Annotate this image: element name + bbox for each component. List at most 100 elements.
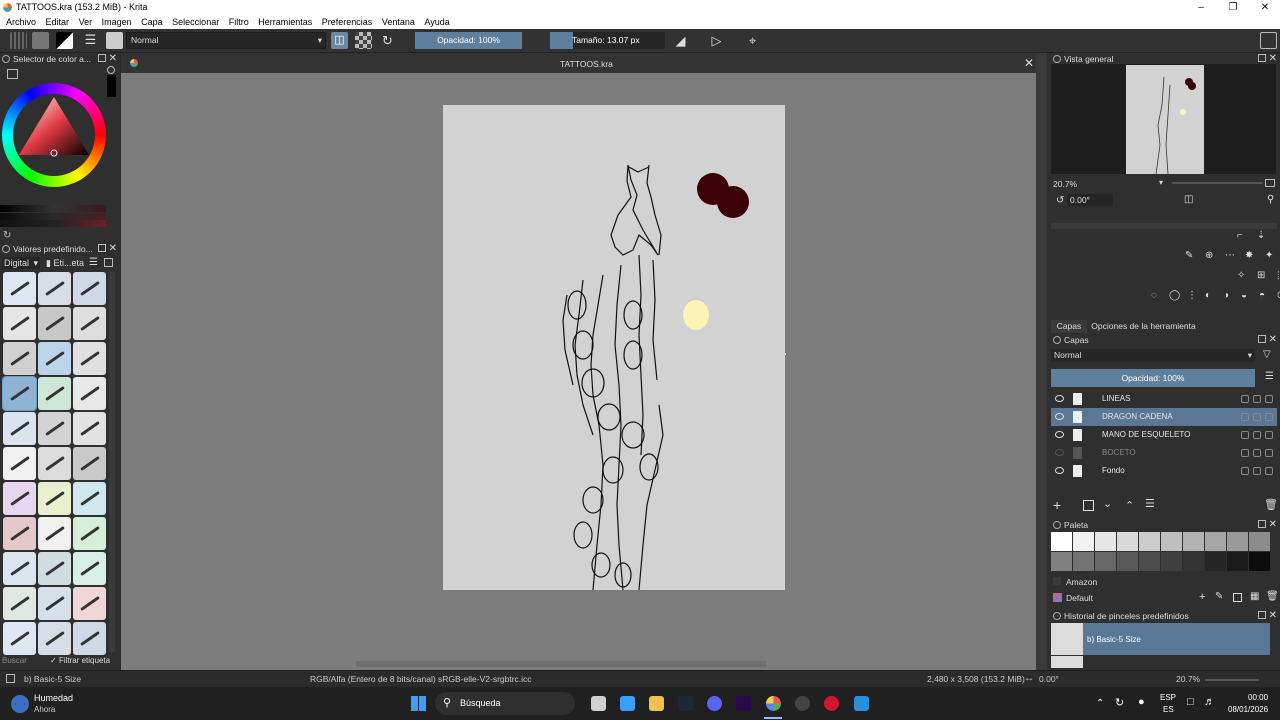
brush-preset-thumb[interactable] [38, 622, 71, 655]
duplicate-layer-icon[interactable] [1083, 500, 1094, 511]
brush-preset-thumb[interactable] [73, 552, 106, 585]
opera-icon[interactable] [824, 696, 839, 711]
discord-icon[interactable] [707, 696, 722, 711]
brush-preset-thumb[interactable] [73, 447, 106, 480]
tool-icon[interactable]: ◒ [1241, 290, 1247, 301]
brush-preset-thumb[interactable] [38, 587, 71, 620]
color-history-bar[interactable] [0, 205, 106, 212]
color-triangle[interactable] [13, 94, 95, 176]
panel-lock-icon[interactable] [1053, 612, 1061, 620]
drawing-canvas[interactable] [443, 105, 785, 591]
color-menu-icon[interactable] [7, 69, 18, 79]
vertical-scrollbar[interactable] [1036, 53, 1047, 670]
tool-icon[interactable]: ✸ [1245, 250, 1253, 261]
palette-swatch[interactable] [1205, 552, 1226, 571]
brush-preset-thumb[interactable] [38, 307, 71, 340]
tool-icon[interactable]: ✦ [1265, 250, 1273, 261]
splitter[interactable] [1051, 223, 1277, 229]
horizontal-scrollbar[interactable] [356, 661, 766, 667]
palette-swatch[interactable] [1227, 552, 1248, 571]
steam-icon[interactable] [678, 696, 693, 711]
menu-ayuda[interactable]: Ayuda [424, 15, 449, 29]
tool-icon[interactable]: ◓ [1259, 290, 1265, 301]
reset-color-icon[interactable] [107, 66, 115, 74]
lock-icon[interactable] [1241, 395, 1249, 403]
layer-row[interactable]: MANO DE ESQUELETO [1051, 426, 1277, 444]
color-wheel[interactable] [2, 83, 106, 187]
float-panel-icon[interactable] [1258, 54, 1266, 62]
palette-set-name[interactable]: Default [1066, 593, 1093, 603]
panel-lock-icon[interactable] [2, 245, 10, 253]
mirror-horizontal-icon[interactable]: ◢ [672, 32, 689, 49]
volume-icon[interactable]: ♬ [1204, 696, 1215, 708]
brush-preset-thumb[interactable] [3, 517, 36, 550]
brush-preset-thumb[interactable] [73, 342, 106, 375]
shade-bar-2[interactable] [0, 220, 106, 227]
taskbar-search[interactable]: ⚲ Búsqueda [435, 692, 575, 715]
palette-swatch[interactable] [1161, 532, 1182, 551]
close-panel-icon[interactable]: ✕ [109, 243, 117, 255]
add-layer-icon[interactable]: + [1053, 497, 1061, 513]
tool-icon[interactable]: ⋮ [1187, 290, 1197, 301]
menu-seleccionar[interactable]: Seleccionar [172, 15, 219, 29]
palette-swatch[interactable] [1095, 532, 1116, 551]
tool-icon[interactable]: ✎ [1185, 250, 1193, 261]
status-zoom[interactable]: 20.7% [1176, 674, 1200, 684]
overview-preview[interactable] [1051, 64, 1276, 175]
float-panel-icon[interactable] [1258, 611, 1266, 619]
move-up-icon[interactable]: ⌃ [1125, 499, 1134, 512]
close-document-icon[interactable]: ✕ [1024, 56, 1034, 70]
palette-swatch[interactable] [1117, 552, 1138, 571]
overview-zoom[interactable]: 20.7% [1053, 179, 1153, 189]
palette-swatch[interactable] [1161, 552, 1182, 571]
visibility-eye-icon[interactable] [1055, 449, 1064, 456]
history-item-2[interactable] [1051, 656, 1083, 668]
chevron-down-icon[interactable]: ▾ [1159, 178, 1163, 187]
inherit-alpha-icon[interactable] [1265, 395, 1273, 403]
menu-filtro[interactable]: Filtro [229, 15, 249, 29]
edit-swatch-icon[interactable]: ✎ [1215, 591, 1223, 602]
brush-preset-thumb[interactable] [3, 272, 36, 305]
brush-preset-thumb[interactable] [3, 412, 36, 445]
fg-bg-color-icon[interactable] [56, 32, 73, 49]
premiere-icon[interactable] [736, 696, 751, 711]
lock-icon[interactable] [1241, 467, 1249, 475]
minimize-button[interactable]: – [1194, 1, 1208, 14]
rotate-icon[interactable]: ↺ [1056, 195, 1064, 206]
windows-start-icon[interactable] [411, 696, 426, 711]
rotation-input[interactable]: 0.00° [1067, 194, 1113, 206]
visibility-eye-icon[interactable] [1055, 395, 1064, 402]
float-panel-icon[interactable] [98, 54, 106, 62]
palette-swatch[interactable] [1139, 532, 1160, 551]
alpha-lock-icon[interactable] [355, 32, 372, 49]
workspace-icon[interactable] [1260, 32, 1277, 49]
close-panel-icon[interactable]: ✕ [1269, 519, 1277, 531]
menu-archivo[interactable]: Archivo [6, 15, 36, 29]
palette-swatch[interactable] [1073, 532, 1094, 551]
tool-icon[interactable]: ◯ [1169, 290, 1180, 301]
menu-imagen[interactable]: Imagen [102, 15, 132, 29]
lock-icon[interactable] [1241, 431, 1249, 439]
add-swatch-icon[interactable]: + [1199, 591, 1205, 603]
menu-editar[interactable]: Editar [46, 15, 70, 29]
visibility-eye-icon[interactable] [1055, 467, 1064, 474]
delete-layer-icon[interactable]: 🗑 [1264, 498, 1278, 511]
brush-preset-thumb[interactable] [38, 272, 71, 305]
brush-preset-icon[interactable] [106, 32, 123, 49]
move-down-icon[interactable]: ⌄ [1103, 497, 1112, 510]
save-palette-icon[interactable] [1233, 593, 1242, 602]
tool-icon[interactable]: ✧ [1237, 270, 1245, 281]
palette-swatch[interactable] [1183, 552, 1204, 571]
weather-title[interactable]: Humedad [34, 693, 73, 703]
status-zoom-slider[interactable] [1205, 679, 1259, 681]
canvas-area[interactable]: TATTOOS.kra ✕ [121, 53, 1036, 670]
visibility-eye-icon[interactable] [1055, 413, 1064, 420]
menu-preferencias[interactable]: Preferencias [322, 15, 373, 29]
wrap-around-icon[interactable]: ⌖ [744, 32, 761, 49]
onedrive-icon[interactable]: ↻ [1115, 696, 1124, 709]
tool-icon[interactable]: ⊕ [1205, 250, 1213, 261]
language-top[interactable]: ESP [1160, 693, 1176, 702]
inherit-alpha-icon[interactable] [1265, 467, 1273, 475]
tab-tool-options[interactable]: Opciones de la herramienta [1091, 320, 1196, 333]
microphone-icon[interactable]: ● [1138, 696, 1145, 708]
